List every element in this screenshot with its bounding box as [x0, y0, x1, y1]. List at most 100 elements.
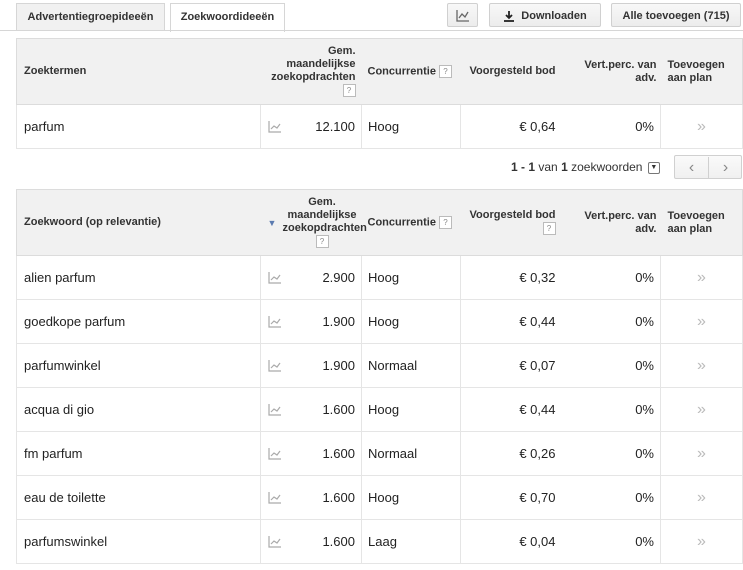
competition-value: Hoog	[368, 270, 400, 285]
suggested-bid-value: € 0,04	[519, 534, 556, 549]
trend-chart-icon[interactable]	[268, 120, 282, 133]
double-chevron-right-icon: »	[697, 356, 706, 374]
keyword-cell: eau de toilette	[16, 475, 261, 520]
download-label: Downloaden	[521, 10, 587, 22]
add-to-plan-button[interactable]: »	[660, 343, 743, 388]
competition-value: Normaal	[368, 446, 418, 461]
trend-chart-icon[interactable]	[268, 271, 282, 284]
ad-share-value: 0%	[635, 119, 654, 134]
add-to-plan-button[interactable]: »	[660, 255, 743, 300]
help-icon[interactable]: ?	[315, 235, 329, 249]
suggested-bid-value: € 0,32	[519, 270, 556, 285]
ad-share-cell: 0%	[561, 299, 661, 344]
keyword-text: parfumswinkel	[24, 534, 108, 549]
download-button[interactable]: Downloaden	[489, 3, 601, 27]
suggested-bid-cell: € 0,44	[460, 387, 562, 432]
suggested-bid-value: € 0,44	[519, 402, 556, 417]
monthly-searches-cell: 12.100	[260, 104, 362, 149]
add-all-button[interactable]: Alle toevoegen (715)	[611, 3, 741, 27]
tab-keyword-ideas[interactable]: Zoekwoordideeën	[170, 3, 285, 32]
pagination: 1 - 1 van 1 zoekwoorden ▼ ‹ ›	[0, 155, 743, 179]
ad-share-value: 0%	[635, 490, 654, 505]
header-keyword[interactable]: Zoekwoord (op relevantie)	[16, 189, 261, 256]
monthly-searches-cell: 1.900	[260, 299, 362, 344]
suggested-bid-cell: € 0,64	[460, 104, 562, 149]
header-suggested-bid[interactable]: Voorgesteld bod ?	[460, 189, 562, 256]
search-terms-header: Zoektermen Gem. maandelijkse zoekopdrach…	[16, 38, 743, 105]
add-to-plan-button[interactable]: »	[660, 299, 743, 344]
page-size-dropdown-icon[interactable]: ▼	[647, 161, 660, 174]
pagination-summary: 1 - 1 van 1 zoekwoorden ▼	[511, 160, 660, 174]
suggested-bid-value: € 0,70	[519, 490, 556, 505]
add-to-plan-button[interactable]: »	[660, 519, 743, 564]
trend-chart-icon[interactable]	[268, 447, 282, 460]
monthly-searches-cell: 1.600	[260, 431, 362, 476]
add-to-plan-button[interactable]: »	[660, 431, 743, 476]
help-icon[interactable]: ?	[542, 222, 556, 236]
header-competition[interactable]: Concurrentie ?	[361, 189, 461, 256]
monthly-searches-cell: 1.600	[260, 387, 362, 432]
top-toolbar: Advertentiegroepideeën Zoekwoordideeën D…	[0, 0, 743, 32]
tab-adgroup-ideas[interactable]: Advertentiegroepideeën	[16, 3, 165, 30]
table-row: goedkope parfum 1.900 Hoog € 0,44 0% »	[16, 299, 743, 344]
table-row: parfumswinkel 1.600 Laag € 0,04 0% »	[16, 519, 743, 564]
monthly-searches-value: 1.600	[322, 534, 355, 549]
ad-share-cell: 0%	[561, 343, 661, 388]
chart-view-button[interactable]	[447, 3, 478, 27]
trend-chart-icon[interactable]	[268, 315, 282, 328]
page-nav: ‹ ›	[674, 155, 742, 179]
help-icon[interactable]: ?	[342, 84, 356, 98]
keyword-cell: goedkope parfum	[16, 299, 261, 344]
double-chevron-right-icon: »	[697, 268, 706, 286]
ad-share-cell: 0%	[561, 255, 661, 300]
header-ad-share[interactable]: Vert.perc. van adv.	[561, 189, 661, 256]
help-icon[interactable]: ?	[439, 64, 453, 78]
ad-share-value: 0%	[635, 446, 654, 461]
trend-chart-icon[interactable]	[268, 491, 282, 504]
trend-chart-icon[interactable]	[268, 535, 282, 548]
ad-share-value: 0%	[635, 534, 654, 549]
keyword-text: parfumwinkel	[24, 358, 101, 373]
trend-chart-icon[interactable]	[268, 359, 282, 372]
header-ad-share[interactable]: Vert.perc. van adv.	[561, 38, 661, 105]
competition-value: Laag	[368, 534, 397, 549]
monthly-searches-value: 2.900	[322, 270, 355, 285]
ad-share-value: 0%	[635, 270, 654, 285]
add-to-plan-button[interactable]: »	[660, 104, 743, 149]
header-competition[interactable]: Concurrentie ?	[361, 38, 461, 105]
monthly-searches-cell: 1.900	[260, 343, 362, 388]
trend-chart-icon[interactable]	[268, 403, 282, 416]
search-terms-table: Zoektermen Gem. maandelijkse zoekopdrach…	[16, 38, 743, 149]
header-search-term[interactable]: Zoektermen	[16, 38, 261, 105]
help-icon[interactable]: ?	[439, 215, 453, 229]
monthly-searches-value: 1.600	[322, 490, 355, 505]
keyword-cell: parfumwinkel	[16, 343, 261, 388]
suggested-bid-value: € 0,07	[519, 358, 556, 373]
table-row: parfumwinkel 1.900 Normaal € 0,07 0% »	[16, 343, 743, 388]
table-row: parfum 12.100 Hoog € 0,64 0% »	[16, 104, 743, 149]
add-to-plan-button[interactable]: »	[660, 475, 743, 520]
line-chart-icon	[455, 10, 469, 22]
ad-share-cell: 0%	[561, 431, 661, 476]
header-suggested-bid[interactable]: Voorgesteld bod	[460, 38, 562, 105]
double-chevron-right-icon: »	[697, 117, 706, 135]
suggested-bid-cell: € 0,70	[460, 475, 562, 520]
monthly-searches-value: 1.900	[322, 314, 355, 329]
suggested-bid-cell: € 0,32	[460, 255, 562, 300]
add-to-plan-button[interactable]: »	[660, 387, 743, 432]
suggested-bid-cell: € 0,44	[460, 299, 562, 344]
keyword-cell: parfum	[16, 104, 261, 149]
next-page-icon[interactable]: ›	[709, 157, 742, 179]
double-chevron-right-icon: »	[697, 532, 706, 550]
ad-share-cell: 0%	[561, 519, 661, 564]
double-chevron-right-icon: »	[697, 488, 706, 506]
monthly-searches-value: 1.900	[322, 358, 355, 373]
competition-value: Hoog	[368, 119, 400, 134]
monthly-searches-value: 1.600	[322, 402, 355, 417]
competition-cell: Hoog	[361, 299, 461, 344]
keyword-text: acqua di gio	[24, 402, 95, 417]
prev-page-icon[interactable]: ‹	[675, 157, 709, 179]
header-monthly-searches[interactable]: ▼ Gem. maandelijkse zoekopdrachten ?	[260, 189, 367, 256]
header-monthly-searches[interactable]: Gem. maandelijkse zoekopdrachten ?	[260, 38, 362, 105]
keyword-text: alien parfum	[24, 270, 96, 285]
